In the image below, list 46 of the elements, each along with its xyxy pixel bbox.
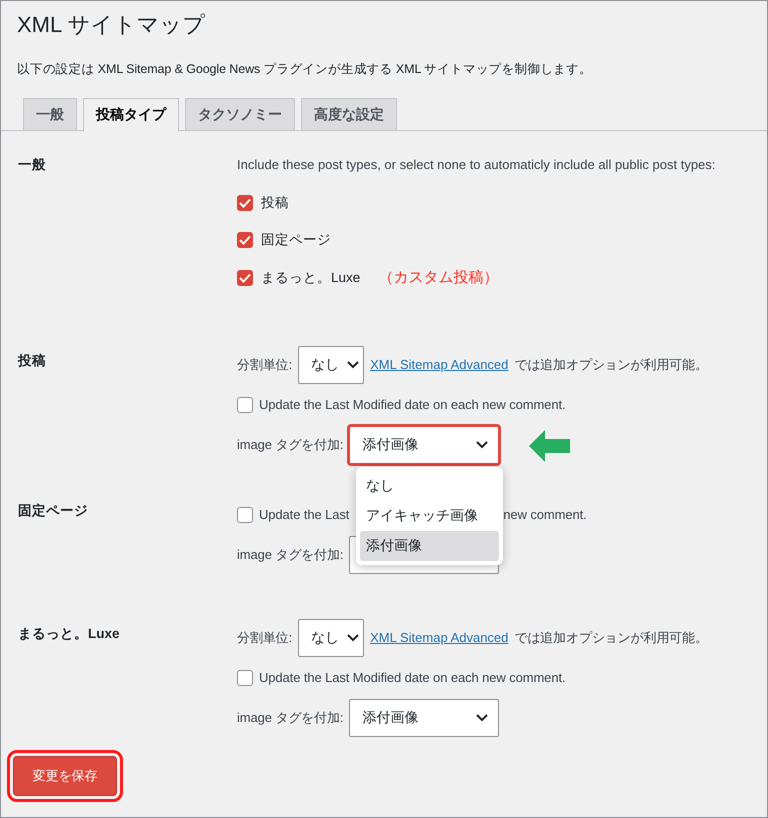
arrow-icon bbox=[529, 430, 571, 462]
checkbox[interactable] bbox=[237, 670, 253, 686]
split-select[interactable]: なし bbox=[298, 618, 364, 656]
image-tag-label: image タグを付加: bbox=[237, 708, 344, 726]
image-tag-label: image タグを付加: bbox=[237, 546, 344, 564]
checkbox[interactable] bbox=[237, 396, 253, 412]
menu-option[interactable]: アイキャッチ画像 bbox=[360, 500, 499, 530]
split-select[interactable]: なし bbox=[298, 346, 364, 384]
image-tag-label: image タグを付加: bbox=[237, 436, 344, 454]
checkbox-label: Update the Last bbox=[259, 507, 350, 522]
checkbox-label: Update the Last Modified date on each new comment. bbox=[259, 670, 566, 685]
checkbox-label: まるっと。Luxe bbox=[261, 268, 360, 287]
chevron-icon bbox=[347, 634, 360, 642]
menu-option[interactable]: なし bbox=[360, 470, 499, 500]
split-label: 分割単位: bbox=[237, 628, 292, 646]
advanced-link[interactable]: XML Sitemap Advanced bbox=[370, 630, 508, 645]
page-description: 以下の設定は XML Sitemap & Google News プラグインが生成する XML サイトマップを制御します。 bbox=[17, 61, 592, 78]
section-label: 固定ページ bbox=[18, 502, 89, 520]
checkbox[interactable] bbox=[237, 506, 253, 522]
section-label: 投稿 bbox=[18, 352, 47, 370]
page-title: XML サイトマップ bbox=[17, 11, 206, 39]
checkbox[interactable] bbox=[237, 270, 253, 286]
intro-text: Include these post types, or select none to automaticly include all public post types: bbox=[237, 156, 716, 174]
checkbox-label: 固定ページ bbox=[261, 231, 331, 250]
checkbox-label: Update the Last Modified date on each new comment. bbox=[259, 397, 566, 412]
chevron-icon bbox=[476, 714, 488, 722]
tab[interactable]: 一般 bbox=[23, 98, 77, 131]
section-label: まるっと。Luxe bbox=[18, 624, 121, 642]
tab[interactable]: タクソノミー bbox=[185, 98, 295, 131]
image-select[interactable]: 添付画像 bbox=[349, 426, 500, 464]
annotation-note: （カスタム投稿） bbox=[378, 268, 498, 288]
image-select[interactable]: 添付画像 bbox=[349, 698, 500, 736]
chevron-icon bbox=[347, 360, 360, 368]
advanced-link[interactable]: XML Sitemap Advanced bbox=[370, 357, 508, 372]
advanced-note: では追加オプションが利用可能。 bbox=[514, 356, 708, 374]
checkbox[interactable] bbox=[237, 194, 253, 211]
chevron-icon bbox=[476, 440, 488, 448]
checkbox-label: new comment. bbox=[503, 507, 587, 522]
menu-option[interactable]: 添付画像 bbox=[360, 530, 499, 560]
split-label: 分割単位: bbox=[237, 356, 292, 374]
checkbox[interactable] bbox=[237, 232, 253, 248]
section-label: 一般 bbox=[18, 156, 47, 174]
tab[interactable]: 投稿タイプ bbox=[83, 98, 179, 132]
tab[interactable]: 高度な設定 bbox=[301, 98, 397, 131]
advanced-note: では追加オプションが利用可能。 bbox=[514, 628, 708, 646]
checkbox-label: 投稿 bbox=[261, 194, 289, 212]
